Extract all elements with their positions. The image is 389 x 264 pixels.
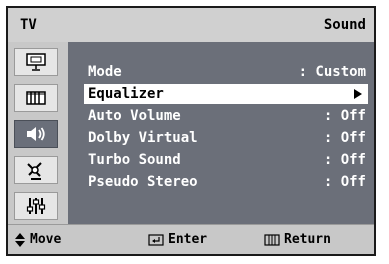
enter-hint: Enter [148, 225, 207, 255]
menu-row-turbo-sound[interactable]: Turbo Sound : Off [84, 150, 368, 170]
menu-category-sidebar [8, 42, 68, 224]
enter-hint-label: Enter [168, 232, 208, 247]
menu-header: TV Sound [8, 8, 374, 42]
sidebar-item-channel[interactable] [14, 84, 58, 112]
navigation-hints-bar: Move Enter Return [8, 224, 374, 254]
sound-menu-osd: TV Sound Mode: Custom Equalizer Auto Vo… [6, 6, 376, 256]
source-label: TV [20, 17, 37, 33]
sound-settings-list: Mode : Custom Equalizer Auto Volume : Of… [68, 42, 374, 224]
antenna-icon [27, 162, 42, 180]
picture-icon [26, 53, 46, 71]
menu-row-mode[interactable]: Mode : Custom [84, 62, 368, 82]
sidebar-item-picture[interactable] [14, 48, 58, 76]
menu-row-label: Dolby Virtual [88, 130, 198, 146]
sidebar-item-sound[interactable] [14, 120, 58, 148]
menu-row-value: : Off [323, 174, 366, 190]
submenu-arrow-icon [354, 89, 362, 99]
up-down-arrows-icon [15, 233, 25, 247]
menu-title: Sound [323, 17, 366, 33]
menu-row-label: Equalizer [88, 86, 164, 102]
menu-row-label: Turbo Sound [88, 152, 181, 168]
sidebar-item-setup[interactable] [14, 192, 58, 220]
sidebar-item-antenna[interactable] [14, 156, 58, 184]
menu-row-equalizer[interactable]: Equalizer [84, 84, 368, 104]
menu-row-auto-volume[interactable]: Auto Volume : Off [84, 106, 368, 126]
setup-icon [26, 198, 46, 214]
enter-icon [148, 234, 164, 246]
menu-row-pseudo-stereo[interactable]: Pseudo Stereo : Off [84, 172, 368, 192]
menu-row-value: : Custom [298, 64, 366, 80]
menu-row-value: : Off [323, 152, 366, 168]
return-icon [264, 234, 280, 246]
menu-row-dolby-virtual[interactable]: Dolby Virtual : Off [84, 128, 368, 148]
channel-icon [26, 91, 46, 105]
move-hint-label: Move [30, 232, 62, 247]
return-hint: Return [264, 225, 331, 255]
menu-row-value: : Off [323, 130, 366, 146]
move-hint: Move [14, 225, 61, 255]
menu-row-label: Pseudo Stereo [88, 174, 198, 190]
menu-row-value: : Off [323, 108, 366, 124]
menu-row-label: Mode [88, 64, 122, 80]
sound-icon [27, 127, 45, 141]
menu-row-label: Auto Volume [88, 108, 181, 124]
return-hint-label: Return [284, 232, 331, 247]
